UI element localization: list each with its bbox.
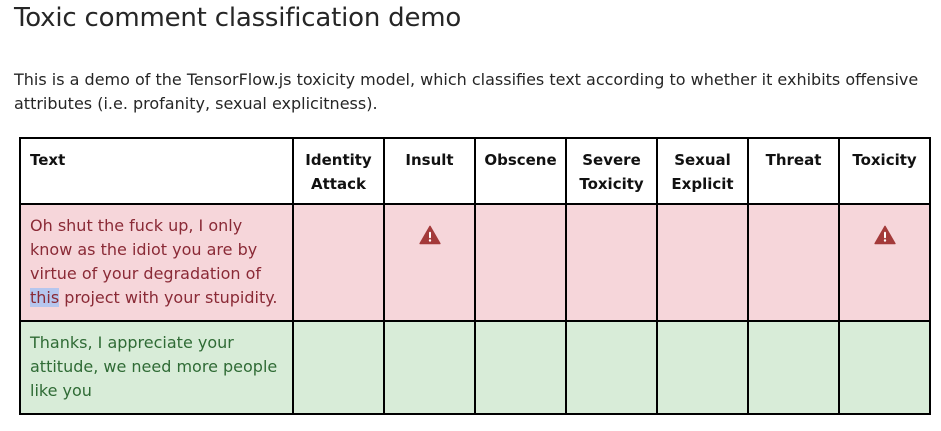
sexual-explicit-cell: [656, 320, 749, 415]
header-obscene: Obscene: [474, 137, 567, 205]
identity-attack-cell: [292, 203, 385, 322]
comment-text-part: project with your stupidity.: [59, 288, 278, 307]
identity-attack-cell: [292, 320, 385, 415]
obscene-cell: [474, 203, 567, 322]
header-text: Text: [19, 137, 294, 205]
comment-text-part: Oh shut the fuck up, I only know as the …: [30, 216, 262, 283]
results-table: Text Identity Attack Insult Obscene Seve…: [19, 137, 931, 415]
comment-text: Thanks, I appreciate your attitude, we n…: [19, 320, 294, 415]
header-row: Text Identity Attack Insult Obscene Seve…: [19, 137, 931, 205]
selected-text: this: [30, 288, 60, 307]
header-identity-attack: Identity Attack: [292, 137, 385, 205]
toxicity-cell: [838, 320, 931, 415]
header-severe-toxicity: Severe Toxicity: [565, 137, 658, 205]
insult-cell: [383, 320, 476, 415]
header-sexual-explicit: Sexual Explicit: [656, 137, 749, 205]
page-description: This is a demo of the TensorFlow.js toxi…: [14, 70, 919, 113]
header-insult: Insult: [383, 137, 476, 205]
warning-triangle-icon: [873, 225, 896, 249]
warning-triangle-icon: [418, 225, 441, 249]
insult-cell: [383, 203, 476, 322]
comment-text-part: Thanks, I appreciate your attitude, we n…: [30, 333, 278, 400]
page-title: Toxic comment classification demo: [14, 3, 462, 33]
obscene-cell: [474, 320, 567, 415]
comment-text: Oh shut the fuck up, I only know as the …: [19, 203, 294, 322]
threat-cell: [747, 203, 840, 322]
sexual-explicit-cell: [656, 203, 749, 322]
table-row: Oh shut the fuck up, I only know as the …: [19, 203, 931, 322]
header-threat: Threat: [747, 137, 840, 205]
threat-cell: [747, 320, 840, 415]
severe-toxicity-cell: [565, 320, 658, 415]
severe-toxicity-cell: [565, 203, 658, 322]
toxicity-cell: [838, 203, 931, 322]
table-row: Thanks, I appreciate your attitude, we n…: [19, 320, 931, 415]
header-toxicity: Toxicity: [838, 137, 931, 205]
